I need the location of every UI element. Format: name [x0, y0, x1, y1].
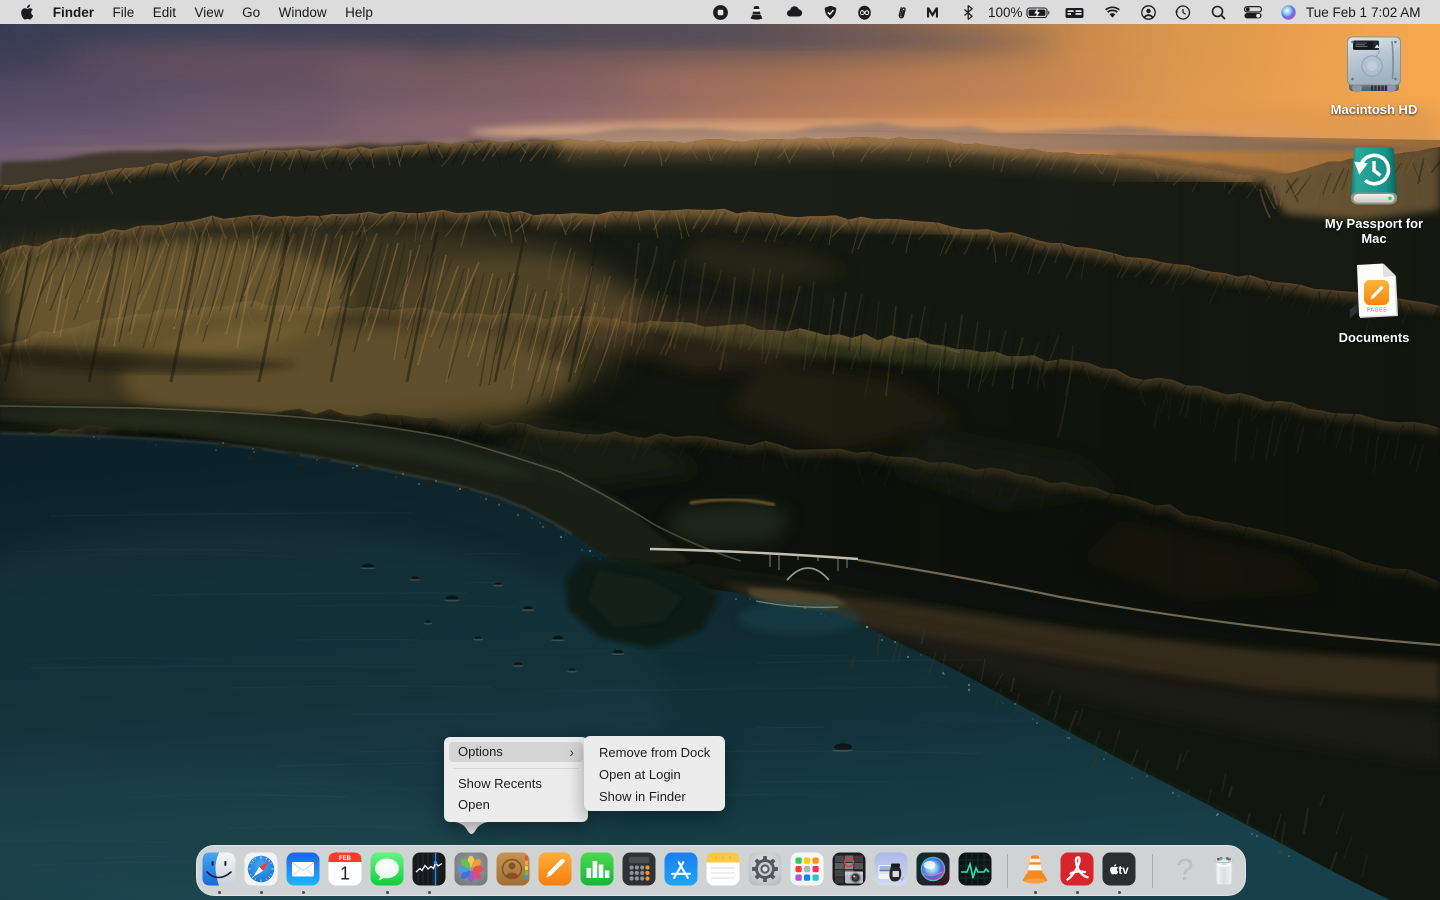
- svg-text:tv: tv: [1118, 865, 1129, 877]
- svg-text:1: 1: [340, 864, 350, 884]
- svg-text:PAGES: PAGES: [1367, 308, 1387, 314]
- svg-text:?: ?: [1176, 852, 1193, 886]
- svg-text:FEB: FEB: [339, 856, 352, 862]
